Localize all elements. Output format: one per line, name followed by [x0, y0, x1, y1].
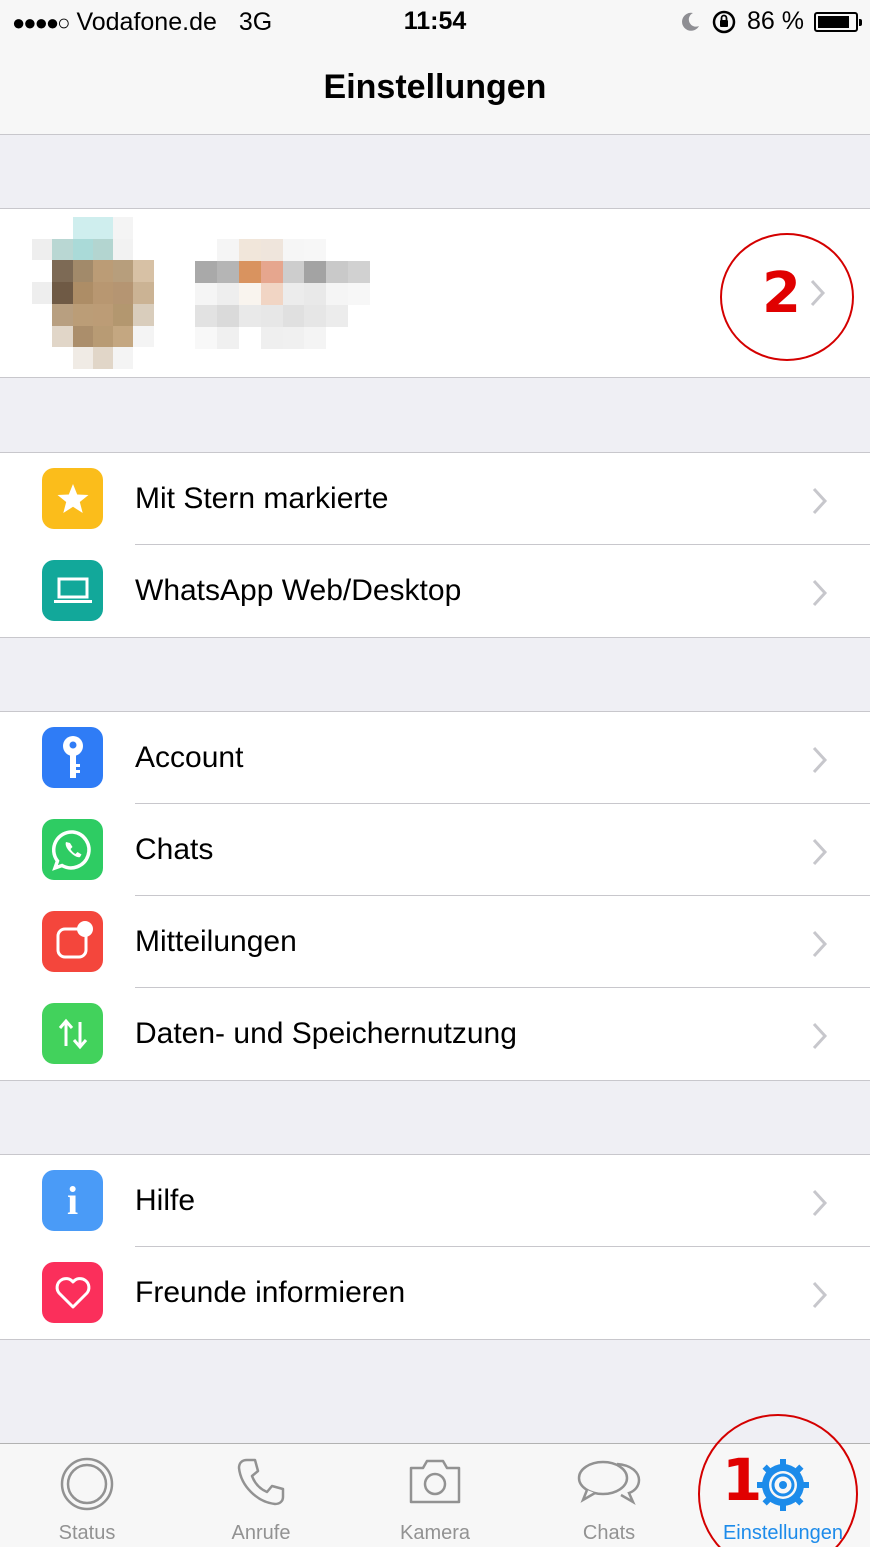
settings-item-starred[interactable]: Mit Stern markierte: [0, 453, 870, 545]
star-icon: [42, 468, 103, 529]
settings-item-web-desktop[interactable]: WhatsApp Web/Desktop: [0, 545, 870, 637]
settings-group-favorites: Mit Stern markierte WhatsApp Web/Desktop: [0, 452, 870, 638]
notification-icon: [42, 911, 103, 972]
tab-status[interactable]: Status: [0, 1444, 174, 1547]
settings-item-account[interactable]: Account: [0, 712, 870, 804]
tab-chats[interactable]: Chats: [522, 1444, 696, 1547]
status-icon: [60, 1457, 114, 1511]
chevron-right-icon: [812, 746, 828, 774]
chevron-right-icon: [812, 487, 828, 515]
heart-icon: [42, 1262, 103, 1323]
camera-icon: [409, 1459, 461, 1504]
whatsapp-icon: [42, 819, 103, 880]
settings-item-label: Account: [135, 741, 244, 774]
settings-item-label: Daten- und Speichernutzung: [135, 1017, 517, 1050]
key-icon: [42, 727, 103, 788]
annotation-circle-2: 2: [720, 233, 854, 361]
annotation-number: 1: [722, 1446, 763, 1514]
info-icon: i: [42, 1170, 103, 1231]
settings-item-help[interactable]: i Hilfe: [0, 1155, 870, 1247]
moon-icon: [682, 12, 700, 31]
tab-calls[interactable]: Anrufe: [174, 1444, 348, 1547]
profile-row[interactable]: 2: [0, 208, 870, 378]
settings-group-help: i Hilfe Freunde informieren: [0, 1154, 870, 1340]
chevron-right-icon: [812, 1281, 828, 1309]
chat-bubbles-icon: [577, 1460, 641, 1506]
settings-item-notifications[interactable]: Mitteilungen: [0, 896, 870, 988]
settings-item-label: Hilfe: [135, 1184, 196, 1217]
settings-item-label: Mit Stern markierte: [135, 482, 389, 515]
avatar: [32, 217, 174, 369]
settings-item-label: WhatsApp Web/Desktop: [135, 574, 462, 607]
battery-icon: [814, 11, 862, 32]
laptop-icon: [42, 560, 103, 621]
chevron-right-icon: [812, 1022, 828, 1050]
phone-icon: [237, 1458, 285, 1506]
page-title: Einstellungen: [323, 68, 547, 106]
rotation-lock-icon: [712, 10, 736, 33]
settings-item-label: Mitteilungen: [135, 925, 297, 958]
settings-item-data-storage[interactable]: Daten- und Speichernutzung: [0, 988, 870, 1080]
settings-item-chats[interactable]: Chats: [0, 804, 870, 896]
tab-camera[interactable]: Kamera: [348, 1444, 522, 1547]
settings-item-tell-friends[interactable]: Freunde informieren: [0, 1247, 870, 1339]
chevron-right-icon: [812, 930, 828, 958]
chevron-right-icon: [812, 1189, 828, 1217]
tab-label: Kamera: [399, 1522, 471, 1544]
chevron-right-icon: [812, 838, 828, 866]
tab-label: Chats: [582, 1522, 636, 1544]
data-arrows-icon: [42, 1003, 103, 1064]
battery-percent: 86 %: [747, 7, 804, 35]
chevron-right-icon: [810, 279, 826, 307]
status-bar: ●●●●○ Vodafone.de 3G 11:54 86 %: [0, 0, 870, 44]
navigation-bar: Einstellungen: [0, 44, 870, 135]
annotation-number: 2: [762, 261, 801, 326]
annotation-circle-1: 1: [698, 1414, 858, 1547]
chevron-right-icon: [812, 579, 828, 607]
settings-item-label: Freunde informieren: [135, 1276, 406, 1309]
profile-name-pixelated: [195, 239, 370, 349]
settings-group-main: Account Chats Mitteilungen Daten- und Sp…: [0, 711, 870, 1081]
settings-item-label: Chats: [135, 833, 214, 866]
tab-label: Anrufe: [231, 1522, 291, 1544]
tab-label: Status: [58, 1522, 116, 1544]
